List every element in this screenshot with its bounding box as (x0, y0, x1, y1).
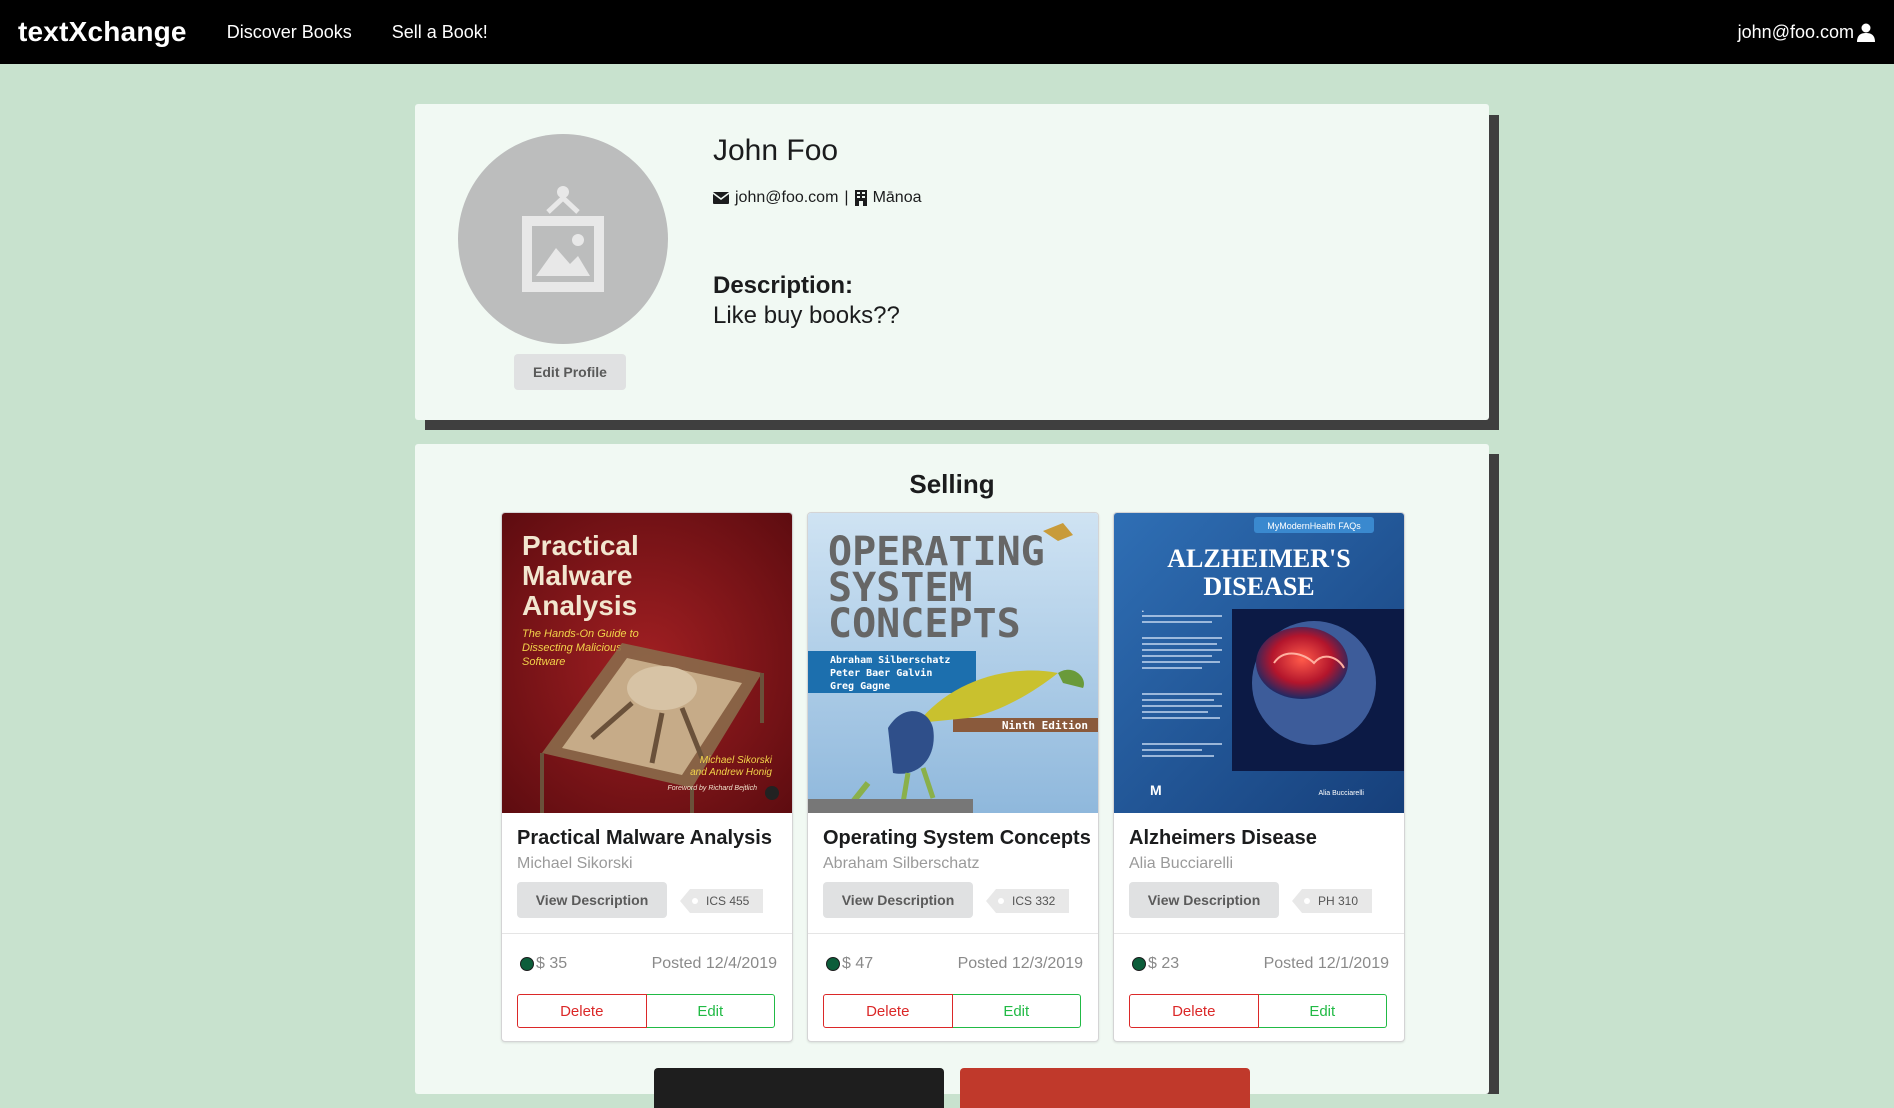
book-price: $ 35 (520, 955, 567, 973)
svg-text:CONCEPTS: CONCEPTS (828, 601, 1021, 647)
avatar (458, 134, 668, 344)
card-divider (808, 933, 1098, 934)
svg-text:Ninth Edition: Ninth Edition (1002, 719, 1088, 732)
tag-hole-icon (1304, 898, 1310, 904)
book-cover-image[interactable] (960, 1068, 1250, 1108)
book-title: Practical Malware Analysis (517, 827, 772, 849)
price-value: $ 35 (536, 955, 568, 972)
delete-button[interactable]: Delete (823, 994, 953, 1028)
edit-button[interactable]: Edit (952, 994, 1081, 1028)
svg-text:Malware: Malware (522, 560, 633, 591)
card-action-buttons: Delete Edit (823, 994, 1081, 1028)
user-menu[interactable]: john@foo.com (1738, 0, 1876, 64)
edit-profile-button[interactable]: Edit Profile (514, 354, 626, 390)
svg-text:Alia Bucciarelli: Alia Bucciarelli (1318, 790, 1364, 797)
user-icon[interactable] (1856, 22, 1876, 42)
course-label: ICS 455 (706, 894, 750, 908)
svg-text:Software: Software (522, 656, 565, 668)
card-divider (1114, 933, 1404, 934)
svg-text:DISEASE: DISEASE (1203, 572, 1314, 601)
svg-text:Foreword by Richard Bejtlich: Foreword by Richard Bejtlich (668, 785, 758, 792)
contact-separator: | (844, 189, 849, 206)
brand-logo[interactable]: textXchange (18, 16, 187, 48)
course-tag: ICS 332 (986, 889, 1070, 913)
posted-date: Posted 12/1/2019 (1263, 955, 1389, 972)
svg-text:M: M (1150, 782, 1162, 798)
price-value: $ 47 (842, 955, 874, 972)
posted-date: Posted 12/4/2019 (651, 955, 777, 972)
svg-text:•: • (1142, 609, 1144, 615)
edit-button[interactable]: Edit (646, 994, 775, 1028)
svg-text:Michael Sikorski: Michael Sikorski (700, 755, 773, 766)
description-text: Like buy books?? (713, 302, 900, 329)
svg-text:The Hands-On Guide to: The Hands-On Guide to (522, 628, 639, 640)
delete-button[interactable]: Delete (517, 994, 647, 1028)
svg-text:Peter Baer Galvin: Peter Baer Galvin (830, 667, 932, 679)
edit-button[interactable]: Edit (1258, 994, 1387, 1028)
profile-campus: Mānoa (872, 189, 922, 206)
delete-button[interactable]: Delete (1129, 994, 1259, 1028)
top-navbar: textXchange Discover Books Sell a Book! … (0, 0, 1894, 64)
selling-title: Selling (909, 469, 995, 499)
book-cover-image[interactable]: MyModernHealth FAQs ALZHEIMER'S DISEASE … (1114, 513, 1404, 813)
price-value: $ 23 (1148, 955, 1180, 972)
contact-line: john@foo.com | Mānoa (713, 189, 921, 207)
book-price: $ 47 (826, 955, 873, 973)
card-action-buttons: Delete Edit (1129, 994, 1387, 1028)
book-price: $ 23 (1132, 955, 1179, 973)
nav-sell-a-book[interactable]: Sell a Book! (392, 22, 488, 43)
svg-text:ALZHEIMER'S: ALZHEIMER'S (1167, 544, 1351, 573)
svg-text:Abraham Silberschatz: Abraham Silberschatz (830, 654, 950, 666)
tag-hole-icon (998, 898, 1004, 904)
book-card: OPERATING SYSTEM CONCEPTS Abraham Silber… (807, 512, 1099, 1042)
svg-text:Greg Gagne: Greg Gagne (830, 681, 890, 692)
svg-text:Dissecting Malicious: Dissecting Malicious (522, 642, 622, 654)
status-dot-icon (1132, 957, 1146, 971)
book-cover-image[interactable]: OPERATING SYSTEM CONCEPTS Abraham Silber… (808, 513, 1098, 813)
profile-name: John Foo (713, 134, 839, 167)
profile-email: john@foo.com (735, 189, 839, 206)
svg-text:Analysis: Analysis (522, 590, 637, 621)
view-description-button[interactable]: View Description (517, 882, 667, 918)
user-email[interactable]: john@foo.com (1738, 22, 1854, 43)
course-label: PH 310 (1318, 894, 1359, 908)
book-cover-image[interactable]: Practical Malware Analysis The Hands-On … (502, 513, 792, 813)
book-title: Operating System Concepts (823, 827, 1091, 849)
status-dot-icon (826, 957, 840, 971)
course-tag: ICS 455 (680, 889, 764, 913)
book-card: MyModernHealth FAQs ALZHEIMER'S DISEASE … (1113, 512, 1405, 1042)
building-icon (854, 190, 867, 206)
book-author: Alia Bucciarelli (1129, 855, 1234, 872)
view-description-button[interactable]: View Description (1129, 882, 1279, 918)
svg-text:MyModernHealth FAQs: MyModernHealth FAQs (1267, 521, 1361, 531)
posted-date: Posted 12/3/2019 (957, 955, 1083, 972)
selling-panel: Selling Practical Malware Analysis The H… (415, 444, 1489, 1108)
book-author: Abraham Silberschatz (823, 855, 980, 872)
course-label: ICS 332 (1012, 894, 1056, 908)
image-placeholder-icon (522, 186, 604, 292)
nav-discover-books[interactable]: Discover Books (227, 22, 352, 43)
card-divider (502, 933, 792, 934)
svg-text:and Andrew Honig: and Andrew Honig (690, 767, 772, 778)
book-cover-image[interactable] (654, 1068, 944, 1108)
book-author: Michael Sikorski (517, 855, 633, 872)
course-tag: PH 310 (1292, 889, 1373, 913)
view-description-button[interactable]: View Description (823, 882, 973, 918)
status-dot-icon (520, 957, 534, 971)
svg-text:Practical: Practical (522, 530, 639, 561)
profile-panel: Edit Profile John Foo john@foo.com | Mān… (415, 104, 1489, 420)
envelope-icon (713, 192, 729, 204)
book-title: Alzheimers Disease (1129, 827, 1317, 849)
card-action-buttons: Delete Edit (517, 994, 775, 1028)
description-label: Description: (713, 272, 854, 299)
tag-hole-icon (692, 898, 698, 904)
book-card: Practical Malware Analysis The Hands-On … (501, 512, 793, 1042)
